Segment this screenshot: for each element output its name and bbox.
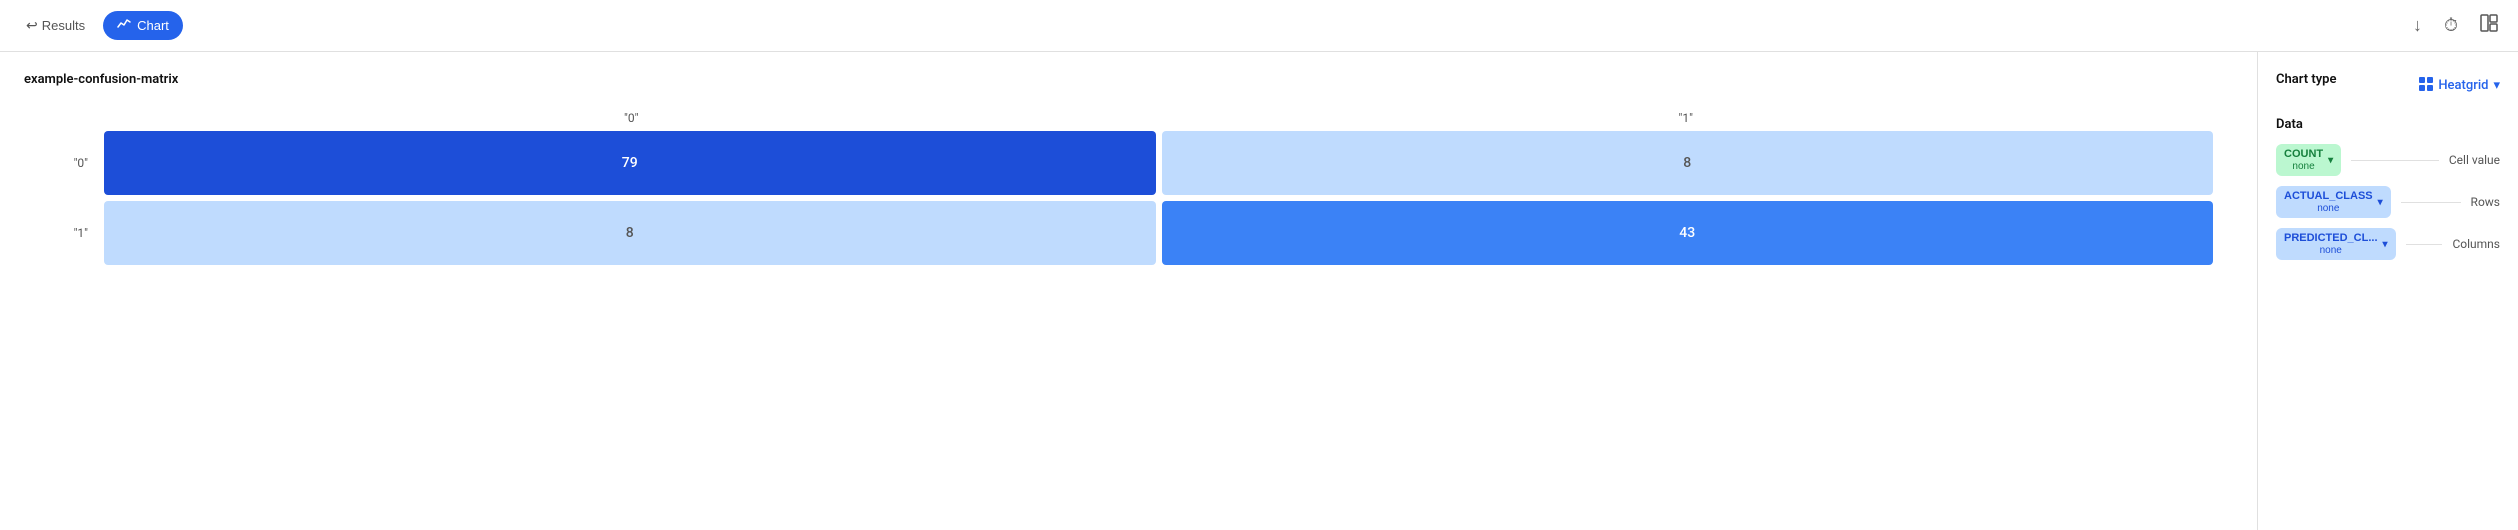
history-icon: ⏱ (2444, 15, 2458, 36)
row-label-1: "1" (44, 226, 96, 240)
layout-button[interactable] (2476, 10, 2502, 41)
count-badge-sub: none (2292, 161, 2314, 172)
cell-value-1-0: 8 (626, 225, 634, 241)
row-0-cells: 79 8 (104, 131, 2213, 195)
data-section-title: Data (2276, 117, 2500, 132)
cell-0-1: 8 (1162, 131, 2214, 195)
cell-value-0-0: 79 (622, 155, 638, 171)
sidebar: Chart type Heatgrid ▾ Data COUNTnone (2258, 52, 2518, 530)
count-badge[interactable]: COUNTnone ▾ (2276, 144, 2341, 176)
predicted-chevron: ▾ (2383, 239, 2388, 250)
actual-badge-label: ACTUAL_CLASSnone (2284, 190, 2373, 214)
main-content: example-confusion-matrix "0" "1" "0" 79 … (0, 52, 2518, 530)
chart-title: example-confusion-matrix (24, 72, 2233, 87)
heatgrid-chevron: ▾ (2493, 78, 2500, 93)
results-label: Results (42, 18, 85, 33)
download-icon: ↓ (2413, 15, 2422, 36)
count-badge-label: COUNTnone (2284, 148, 2323, 172)
cell-1-0: 8 (104, 201, 1156, 265)
actual-badge-sub: none (2317, 203, 2339, 214)
col-label-1: "1" (1159, 111, 2214, 125)
data-row-count: COUNTnone ▾ Cell value (2276, 144, 2500, 176)
data-row-actual: ACTUAL_CLASSnone ▾ Rows (2276, 186, 2500, 218)
row-1-cells: 8 43 (104, 201, 2213, 265)
divider (2351, 160, 2439, 161)
heatgrid-label: Heatgrid (2438, 78, 2488, 93)
rows-label: Rows (2471, 195, 2500, 209)
chart-button[interactable]: Chart (103, 11, 183, 40)
predicted-badge-label: PREDICTED_CL...none (2284, 232, 2378, 256)
top-bar-right: ↓ ⏱ (2409, 10, 2502, 41)
chart-label: Chart (137, 18, 169, 33)
top-bar-left: ↩ Results Chart (16, 11, 183, 40)
heatgrid-icon (2419, 77, 2433, 95)
data-row-predicted: PREDICTED_CL...none ▾ Columns (2276, 228, 2500, 260)
row-label-0: "0" (44, 156, 96, 170)
chart-icon (117, 17, 131, 34)
heatgrid-container: "0" "1" "0" 79 8 (24, 111, 2233, 265)
chart-type-label: Chart type (2276, 72, 2336, 87)
divider (2401, 202, 2461, 203)
table-row: "0" 79 8 (44, 131, 2213, 195)
chart-area: example-confusion-matrix "0" "1" "0" 79 … (0, 52, 2258, 530)
history-button[interactable]: ⏱ (2440, 11, 2462, 40)
cell-value-1-1: 43 (1679, 225, 1695, 241)
table-row: "1" 8 43 (44, 201, 2213, 265)
cell-value-0-1: 8 (1683, 155, 1691, 171)
heatgrid-selector[interactable]: Heatgrid ▾ (2419, 77, 2500, 95)
layout-icon (2480, 14, 2498, 37)
cell-1-1: 43 (1162, 201, 2214, 265)
actual-chevron: ▾ (2378, 197, 2383, 208)
count-chevron: ▾ (2328, 155, 2333, 166)
chart-type-row: Chart type Heatgrid ▾ (2276, 72, 2500, 99)
results-button[interactable]: ↩ Results (16, 11, 95, 40)
columns-label: Columns (2452, 237, 2500, 251)
cell-0-0: 79 (104, 131, 1156, 195)
actual-class-badge[interactable]: ACTUAL_CLASSnone ▾ (2276, 186, 2391, 218)
top-bar: ↩ Results Chart ↓ ⏱ (0, 0, 2518, 52)
download-button[interactable]: ↓ (2409, 11, 2426, 40)
col-label-0: "0" (104, 111, 1159, 125)
predicted-class-badge[interactable]: PREDICTED_CL...none ▾ (2276, 228, 2396, 260)
cell-value-label: Cell value (2449, 153, 2500, 167)
predicted-badge-sub: none (2320, 245, 2342, 256)
return-icon: ↩ (26, 17, 38, 34)
divider (2406, 244, 2443, 245)
heatgrid-rows: "0" 79 8 "1" 8 (44, 131, 2213, 265)
column-labels: "0" "1" (104, 111, 2213, 125)
